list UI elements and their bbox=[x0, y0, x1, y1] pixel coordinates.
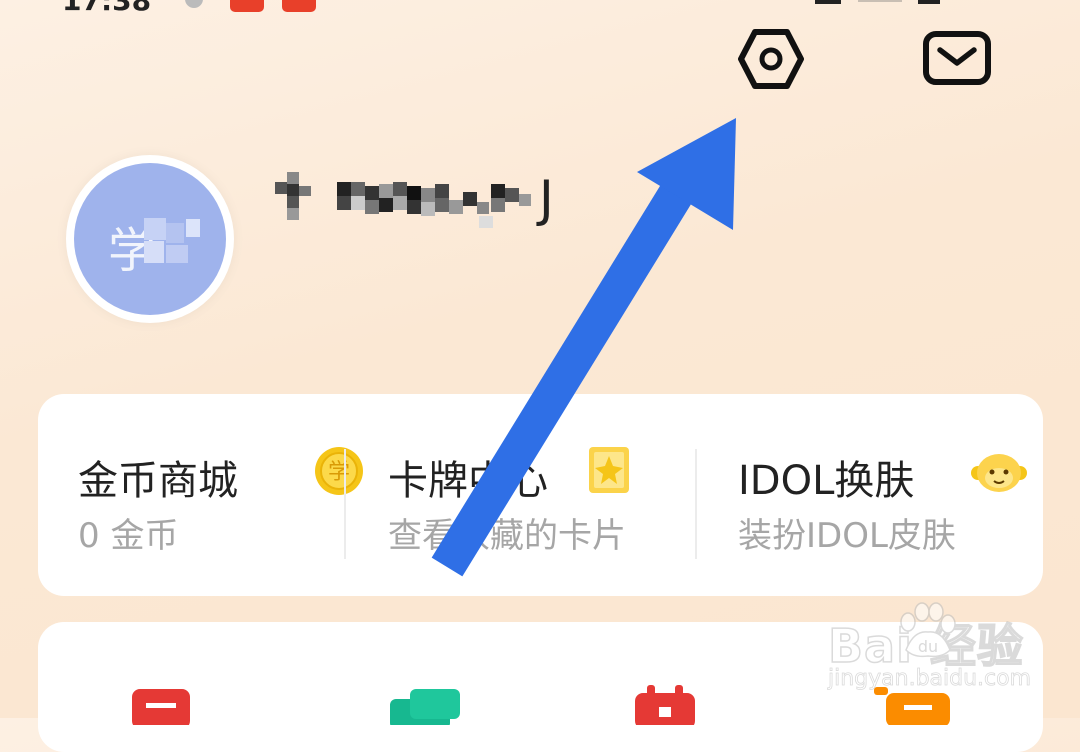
network-icon bbox=[815, 0, 841, 4]
status-time: 17:38 bbox=[62, 0, 151, 14]
signal-icon bbox=[858, 0, 902, 2]
calendar-icon[interactable] bbox=[633, 685, 697, 725]
notebook-icon[interactable] bbox=[130, 685, 194, 725]
status-bar: 17:38 bbox=[0, 0, 1080, 14]
ticket-icon[interactable] bbox=[380, 685, 460, 725]
divider bbox=[344, 449, 346, 559]
coin-mall-title: 金币商城 bbox=[78, 458, 238, 504]
idol-skin-title: IDOL换肤 bbox=[738, 458, 915, 504]
idol-skin-icon bbox=[971, 454, 1027, 492]
watermark-url: jingyan.baidu.com bbox=[828, 666, 1032, 692]
mail-envelope-icon bbox=[923, 31, 991, 85]
username[interactable]: J bbox=[275, 170, 575, 234]
username-mosaic bbox=[275, 172, 531, 228]
svg-text:学: 学 bbox=[328, 460, 350, 485]
watermark: Bai 经验 du jingyan.baidu.com bbox=[827, 598, 1032, 698]
settings-button[interactable] bbox=[738, 28, 804, 90]
idol-skin-subtitle: 装扮IDOL皮肤 bbox=[738, 516, 956, 556]
app-notification-icon bbox=[282, 0, 316, 12]
svg-text:du: du bbox=[918, 637, 938, 656]
app-notification-icon bbox=[230, 0, 264, 12]
coin-balance: 0 金币 bbox=[78, 516, 179, 556]
battery-icon bbox=[918, 0, 940, 4]
coin-icon: 学 bbox=[315, 447, 363, 495]
cards-icon bbox=[589, 447, 629, 493]
paw-icon: du bbox=[900, 602, 956, 658]
quick-entry-card: 金币商城 0 金币 学 卡牌中心 查看收藏的卡片 IDOL换肤 装扮IDOL皮肤 bbox=[38, 394, 1043, 596]
settings-hexagon-icon bbox=[738, 29, 804, 89]
card-center-subtitle: 查看收藏的卡片 bbox=[388, 516, 626, 556]
card-center-title: 卡牌中心 bbox=[388, 458, 548, 504]
avatar[interactable]: 学 bbox=[66, 155, 234, 323]
username-visible-char: J bbox=[539, 170, 554, 228]
notification-icon bbox=[185, 0, 203, 8]
avatar-image: 学 bbox=[74, 163, 226, 315]
divider bbox=[695, 449, 697, 559]
messages-button[interactable] bbox=[922, 30, 992, 86]
